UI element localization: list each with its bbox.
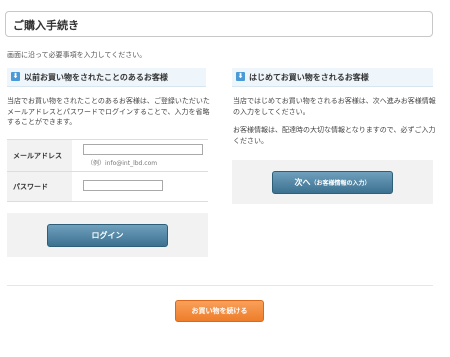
returning-customer-heading: ⬇ 以前お買い物をされたことのあるお客様 bbox=[7, 68, 206, 87]
login-button-area: ログイン bbox=[7, 213, 208, 257]
login-form: メールアドレス （例）info@int_lbd.com パスワード bbox=[7, 139, 208, 202]
footer-divider bbox=[7, 285, 433, 286]
page-title: ご購入手続き bbox=[13, 19, 79, 32]
email-example: （例）info@int_lbd.com bbox=[87, 160, 158, 167]
first-time-note: お客様情報は、配達時の大切な情報となりますので、必ずご入力ください。 bbox=[233, 126, 436, 145]
download-arrow-icon: ⬇ bbox=[11, 72, 20, 81]
login-button[interactable]: ログイン bbox=[47, 224, 168, 247]
first-time-customer-heading: ⬇ はじめてお買い物をされるお客様 bbox=[232, 68, 433, 87]
next-button-area: 次へ（お客様情報の入力） bbox=[232, 160, 433, 204]
returning-heading-label: 以前お買い物をされたことのあるお客様 bbox=[24, 73, 168, 82]
email-label-cell: メールアドレス bbox=[7, 140, 72, 172]
email-row: メールアドレス （例）info@int_lbd.com bbox=[7, 139, 208, 172]
first-time-heading-label: はじめてお買い物をされるお客様 bbox=[249, 73, 369, 82]
page-title-box: ご購入手続き bbox=[5, 11, 433, 37]
next-button[interactable]: 次へ（お客様情報の入力） bbox=[272, 171, 393, 194]
password-row: パスワード bbox=[7, 171, 208, 202]
continue-shopping-button[interactable]: お買い物を続ける bbox=[175, 300, 264, 322]
next-button-label: 次へ bbox=[294, 178, 311, 187]
password-label-cell: パスワード bbox=[7, 172, 72, 201]
returning-description: 当店でお買い物をされたことのあるお客様は、ご登録いただいたメールアドレスとパスワ… bbox=[7, 97, 210, 126]
email-field[interactable] bbox=[83, 144, 203, 155]
password-field[interactable] bbox=[83, 180, 163, 191]
first-time-description: 当店ではじめてお買い物をされるお客様は、次へ進みお客様情報の入力をしてください。 bbox=[233, 97, 436, 116]
email-label: メールアドレス bbox=[13, 152, 62, 160]
next-button-sublabel: （お客様情報の入力） bbox=[310, 180, 371, 187]
download-arrow-icon: ⬇ bbox=[236, 72, 245, 81]
password-label: パスワード bbox=[13, 183, 48, 191]
instruction-text: 画面に沿って必要事項を入力してください。 bbox=[7, 51, 147, 59]
